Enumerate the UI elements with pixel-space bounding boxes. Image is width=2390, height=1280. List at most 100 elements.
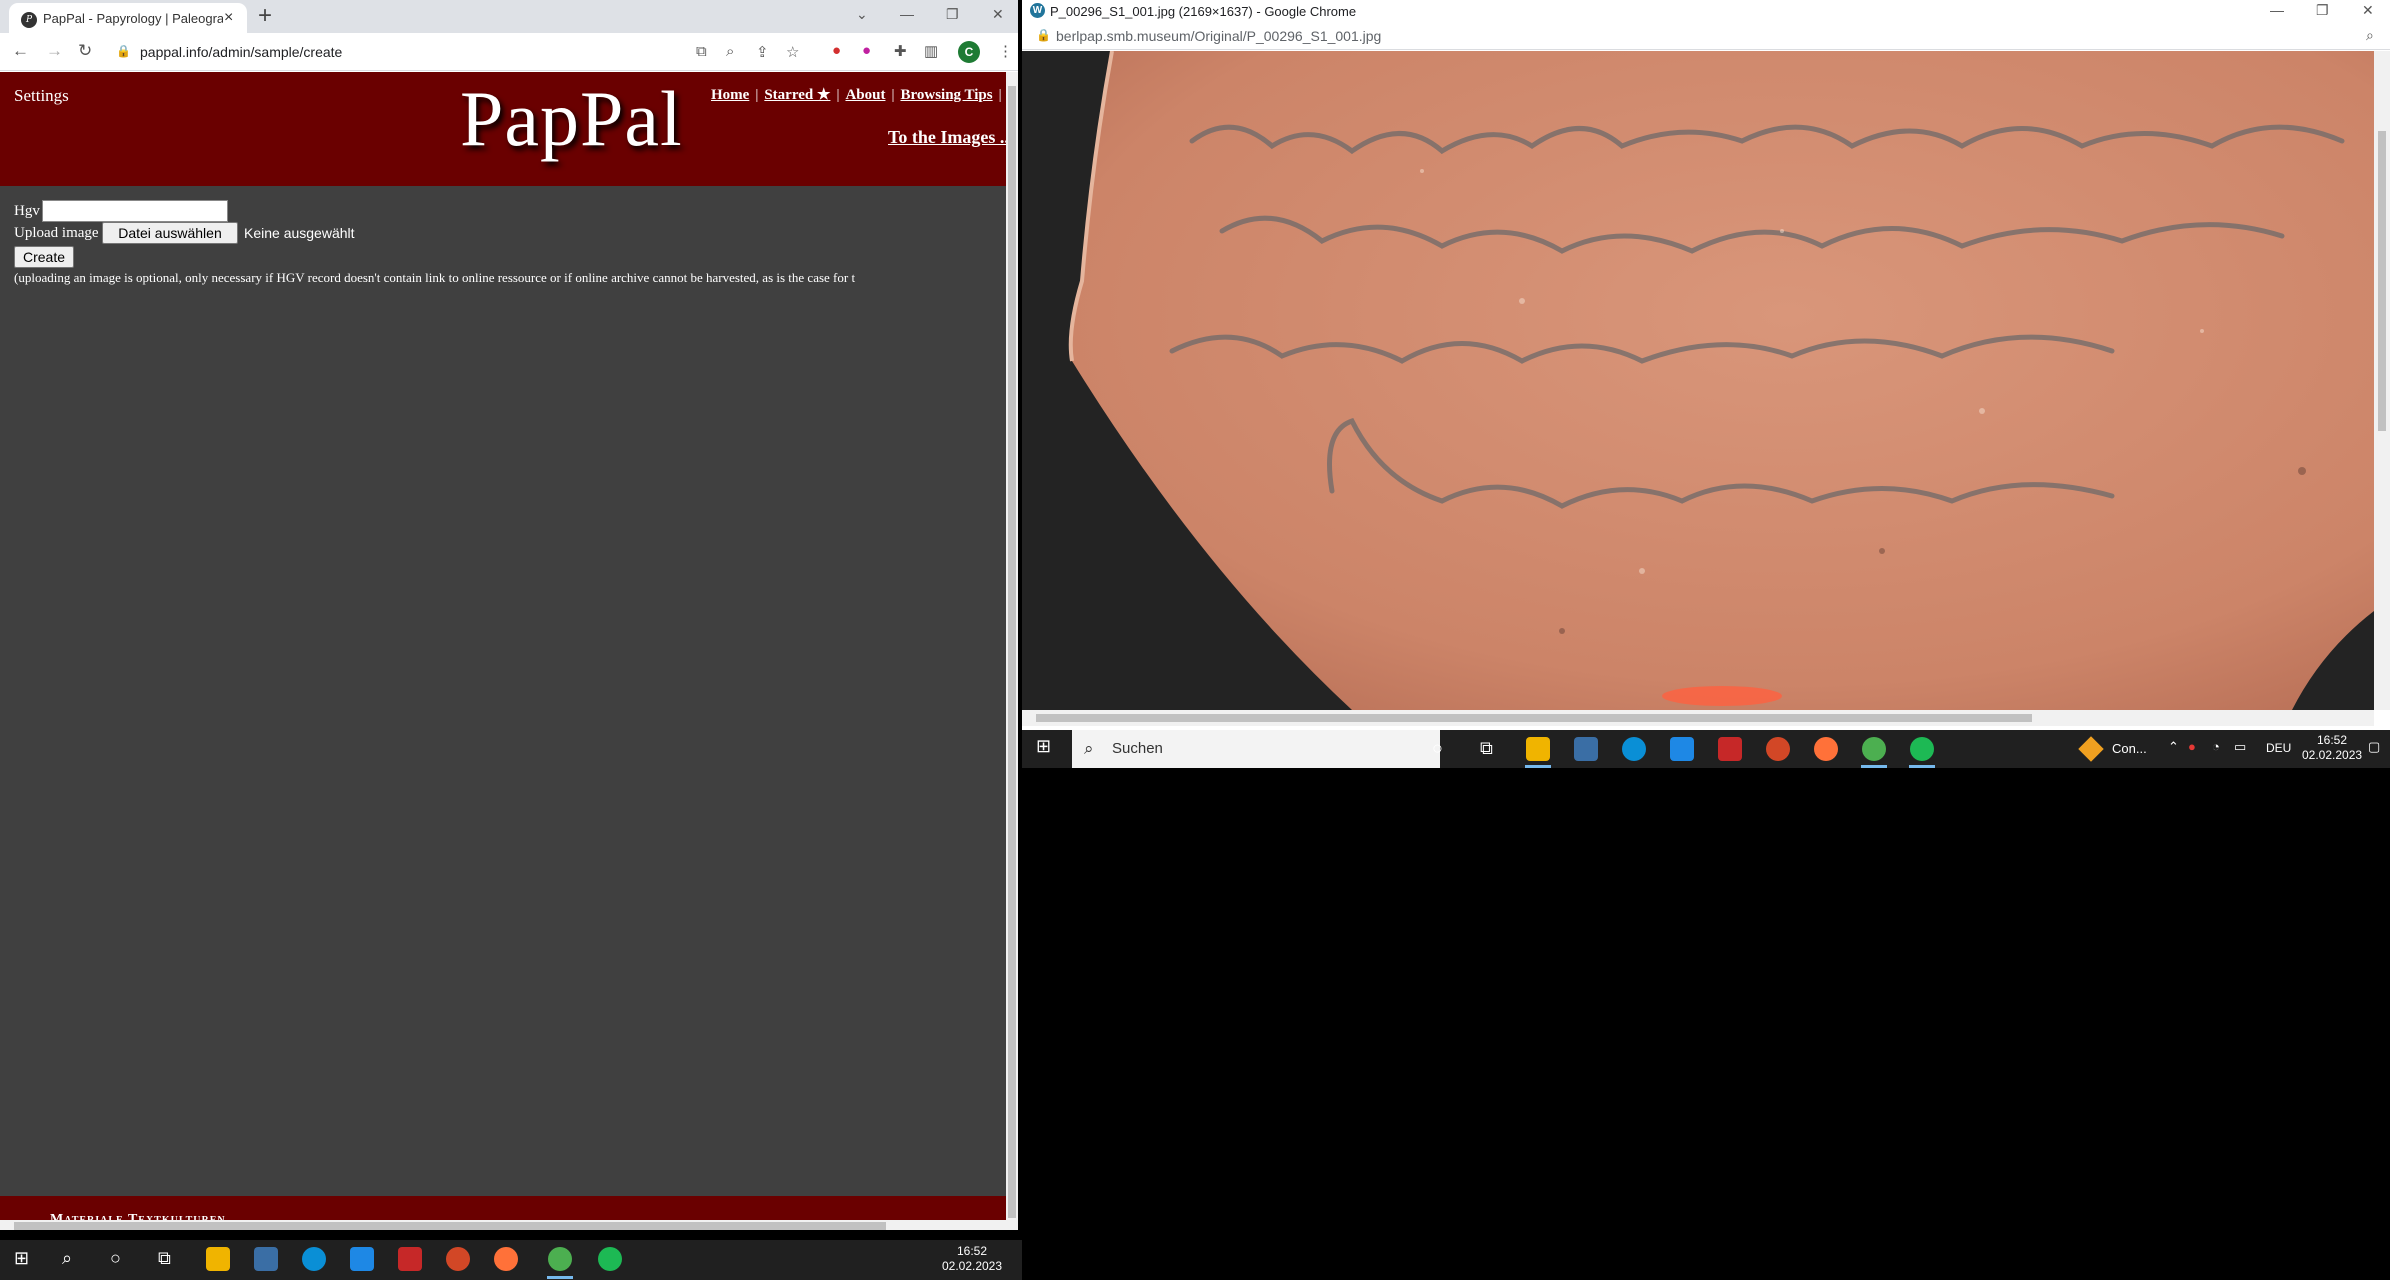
zoom-icon[interactable]: ⌕ <box>726 43 734 60</box>
nav-home[interactable]: Home <box>711 87 749 103</box>
taskbar-clock[interactable]: 16:52 02.02.2023 <box>2302 733 2362 763</box>
lock-icon: 🔒 <box>116 44 131 58</box>
chrome-icon[interactable] <box>1862 737 1886 761</box>
store-icon[interactable] <box>254 1247 278 1271</box>
notification-label[interactable]: Con... <box>2112 741 2147 756</box>
search-icon[interactable]: ⌕ <box>62 1248 72 1269</box>
wifi-icon[interactable]: ◔ <box>2212 739 2220 754</box>
scrollbar-thumb[interactable] <box>1008 86 1016 1218</box>
nav-about[interactable]: About <box>845 87 885 103</box>
left-browser-window: P PapPal - Papyrology | Paleograph × + ⌄… <box>0 0 1018 1230</box>
firefox-icon[interactable] <box>1814 737 1838 761</box>
task-view-icon[interactable]: ⧉ <box>1480 738 1493 759</box>
scrollbar-thumb[interactable] <box>14 1222 886 1230</box>
store-icon[interactable] <box>1574 737 1598 761</box>
taskbar-search-box[interactable]: ⌕ Suchen <box>1072 730 1440 768</box>
hgv-label: Hgv <box>14 203 40 219</box>
site-favicon-icon: P <box>21 12 37 28</box>
wordpress-favicon-icon: W <box>1030 3 1045 18</box>
close-window-icon[interactable]: ✕ <box>2362 2 2374 19</box>
url-text: berlpap.smb.museum/Original/P_00296_S1_0… <box>1056 28 1382 44</box>
zoom-icon[interactable]: ⌕ <box>2366 27 2374 44</box>
vertical-scrollbar[interactable] <box>2374 51 2390 710</box>
nav-starred[interactable]: Starred ★ <box>764 87 830 103</box>
mail-icon[interactable] <box>1670 737 1694 761</box>
nav-browsing-tips[interactable]: Browsing Tips <box>900 87 992 103</box>
hgv-input[interactable] <box>42 200 228 222</box>
powerpoint-icon[interactable] <box>1766 737 1790 761</box>
windows-taskbar: ⊞ ⌕ ○ ⧉ 16:52 02.02.2023 <box>0 1240 1022 1280</box>
language-indicator[interactable]: DEU <box>2266 741 2291 755</box>
tab-search-icon[interactable]: ⌄ <box>856 6 868 23</box>
taskbar-clock[interactable]: 16:52 02.02.2023 <box>930 1244 1014 1274</box>
edge-icon[interactable] <box>302 1247 326 1271</box>
reload-icon[interactable]: ↻ <box>78 41 92 61</box>
chevron-up-icon[interactable]: ⌃ <box>2168 739 2179 755</box>
extensions-puzzle-icon[interactable]: ✚ <box>894 42 907 60</box>
tab-title: PapPal - Papyrology | Paleograph <box>43 11 223 26</box>
horizontal-scrollbar[interactable] <box>0 1220 1006 1230</box>
firefox-icon[interactable] <box>494 1247 518 1271</box>
top-navigation: Home | Starred ★ | About | Browsing Tips | <box>711 87 1002 103</box>
side-panel-icon[interactable]: ▥ <box>924 42 938 60</box>
minimize-icon[interactable]: — <box>900 6 914 22</box>
minimize-icon[interactable]: — <box>2270 2 2284 18</box>
secondary-taskbar: ⊞ ⌕ Suchen ○ ⧉ Con... ⌃ ● ◔ ▭ DEU 16:52 … <box>1022 730 2390 768</box>
url-text: pappal.info/admin/sample/create <box>140 44 343 60</box>
menu-kebab-icon[interactable]: ⋮ <box>998 42 1013 60</box>
horizontal-scrollbar[interactable] <box>1022 710 2374 726</box>
scrollbar-thumb[interactable] <box>2378 131 2386 431</box>
close-window-icon[interactable]: ✕ <box>992 6 1004 23</box>
file-explorer-icon[interactable] <box>206 1247 230 1271</box>
scrollbar-thumb[interactable] <box>1036 714 2032 722</box>
address-bar[interactable]: 🔒 pappal.info/admin/sample/create ⧉ ⌕ ⇪ … <box>106 37 816 67</box>
powerpoint-icon[interactable] <box>446 1247 470 1271</box>
edge-icon[interactable] <box>1622 737 1646 761</box>
chrome-icon[interactable] <box>548 1247 572 1271</box>
tab-strip: P PapPal - Papyrology | Paleograph × + ⌄… <box>0 0 1018 33</box>
restore-icon[interactable]: ❐ <box>2316 2 2329 19</box>
spotify-icon[interactable] <box>598 1247 622 1271</box>
chrome-active-indicator <box>547 1276 573 1279</box>
share-icon[interactable]: ⇪ <box>756 43 769 61</box>
spotify-icon[interactable] <box>1910 737 1934 761</box>
address-bar[interactable]: 🔒 berlpap.smb.museum/Original/P_00296_S1… <box>1022 22 2390 50</box>
tab-pappal[interactable]: P PapPal - Papyrology | Paleograph × <box>9 3 247 33</box>
vertical-scrollbar[interactable] <box>1006 72 1018 1230</box>
profile-avatar[interactable]: C <box>958 41 980 63</box>
bookmark-star-icon[interactable]: ☆ <box>786 43 799 61</box>
new-tab-icon[interactable]: + <box>258 3 272 29</box>
file-status-text: Keine ausgewählt <box>244 225 355 241</box>
windows-start-icon[interactable]: ⊞ <box>14 1248 29 1269</box>
upload-image-label: Upload image <box>14 225 99 241</box>
choose-file-button[interactable]: Datei auswählen <box>102 222 238 244</box>
cortana-icon[interactable]: ○ <box>1432 738 1443 759</box>
back-icon[interactable]: ← <box>12 41 29 61</box>
settings-link[interactable]: Settings <box>14 86 69 106</box>
task-view-icon[interactable]: ⧉ <box>158 1248 171 1269</box>
mail-icon[interactable] <box>350 1247 374 1271</box>
tab-close-icon[interactable]: × <box>224 9 233 27</box>
notification-app-icon[interactable] <box>2078 736 2104 762</box>
create-button[interactable]: Create <box>14 246 74 268</box>
network-status-icon[interactable]: ● <box>2188 739 2196 754</box>
extension-red-icon[interactable]: ● <box>832 42 841 59</box>
to-images-link[interactable]: To the Images ... <box>888 127 1006 148</box>
acrobat-icon[interactable] <box>398 1247 422 1271</box>
potsherd-photo <box>1022 51 2374 710</box>
extension-ublock-icon[interactable]: ● <box>862 42 871 59</box>
ostracon-image[interactable] <box>1022 51 2374 710</box>
lock-icon: 🔒 <box>1036 28 1051 42</box>
restore-icon[interactable]: ❐ <box>946 6 959 23</box>
forward-icon[interactable]: → <box>46 41 63 61</box>
windows-start-icon[interactable]: ⊞ <box>1036 736 1051 757</box>
action-center-icon[interactable]: ▢ <box>2368 739 2380 755</box>
search-placeholder: Suchen <box>1112 740 1163 757</box>
site-logo[interactable]: PapPal <box>460 74 683 164</box>
file-explorer-icon[interactable] <box>1526 737 1550 761</box>
battery-icon[interactable]: ▭ <box>2234 739 2246 755</box>
acrobat-icon[interactable] <box>1718 737 1742 761</box>
cortana-icon[interactable]: ○ <box>110 1248 121 1269</box>
translate-icon[interactable]: ⧉ <box>696 43 707 60</box>
explorer-active-indicator <box>1525 765 1551 768</box>
